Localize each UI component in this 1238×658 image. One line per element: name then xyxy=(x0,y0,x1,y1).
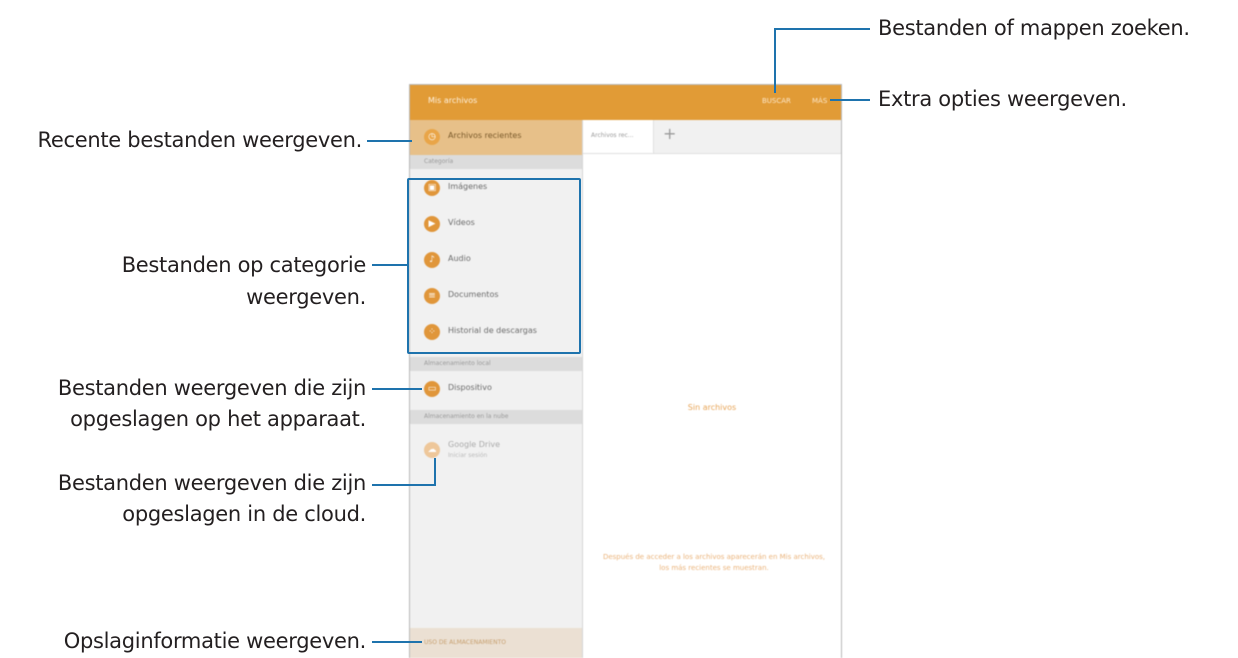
callout-device-line1: Bestanden weergeven die zijn xyxy=(57,376,366,400)
callout-search: Bestanden of mappen zoeken. xyxy=(878,16,1190,40)
device-icon: ▭ xyxy=(424,381,440,397)
app-title: Mis archivos xyxy=(428,96,478,105)
content-pane: Archivos rec... + Sin archivos Después d… xyxy=(583,120,841,658)
empty-state-title: Sin archivos xyxy=(687,403,737,412)
callout-category-line2: weergeven. xyxy=(246,285,366,309)
sidebar-item-label: Google Drive xyxy=(448,440,501,449)
search-button[interactable]: BUSCAR xyxy=(762,97,791,105)
callout-line-cloud-h xyxy=(372,484,436,486)
sidebar-item-device[interactable]: ▭ Dispositivo xyxy=(410,372,582,407)
callout-line-storage xyxy=(372,641,422,643)
callout-more: Extra opties weergeven. xyxy=(878,87,1127,111)
sidebar-item-recent-files[interactable]: ◷ Archivos recientes xyxy=(410,120,582,155)
cloud-sublabel: Iniciar sesión xyxy=(448,452,488,459)
callout-recent: Recente bestanden weergeven. xyxy=(37,128,363,152)
cloud-storage-section-header: Almacenamiento en la nube xyxy=(410,410,582,424)
callout-line-more xyxy=(830,99,870,101)
tab-strip: Archivos rec... + xyxy=(583,120,841,154)
callout-line-search xyxy=(774,28,776,93)
cloud-icon: ☁ xyxy=(424,442,440,458)
callout-cloud-line2: opgeslagen in de cloud. xyxy=(122,502,366,526)
callout-cloud-line1: Bestanden weergeven die zijn xyxy=(57,471,366,495)
callout-line-device xyxy=(372,388,422,390)
callout-line-cloud-v xyxy=(434,458,436,486)
sidebar-item-label: Dispositivo xyxy=(448,383,492,392)
callout-line-search-h xyxy=(774,28,870,30)
callout-line-recent xyxy=(367,140,412,142)
storage-usage-button[interactable]: USO DE ALMACENAMIENTO xyxy=(410,628,582,658)
callout-category-line1: Bestanden op categorie xyxy=(121,253,367,277)
callout-line-category xyxy=(372,264,408,266)
clock-icon: ◷ xyxy=(424,129,440,145)
callout-storage: Opslaginformatie weergeven. xyxy=(63,629,367,653)
local-storage-section-header: Almacenamiento local xyxy=(410,357,582,371)
more-options-button[interactable]: MÁS xyxy=(812,97,827,105)
category-section-header: Categoría xyxy=(410,155,582,169)
my-files-app-screen: Mis archivos BUSCAR MÁS ◷ Archivos recie… xyxy=(409,84,842,658)
category-highlight-box xyxy=(407,178,581,354)
empty-state-message: Después de acceder a los archivos aparec… xyxy=(602,553,826,572)
tab-recent-files[interactable]: Archivos rec... xyxy=(583,120,654,153)
sidebar-item-label: Archivos recientes xyxy=(448,131,522,140)
app-bar: Mis archivos BUSCAR MÁS xyxy=(410,85,841,120)
add-tab-button[interactable]: + xyxy=(663,124,676,143)
tab-label: Archivos rec... xyxy=(591,132,634,139)
callout-device-line2: opgeslagen op het apparaat. xyxy=(70,407,366,431)
